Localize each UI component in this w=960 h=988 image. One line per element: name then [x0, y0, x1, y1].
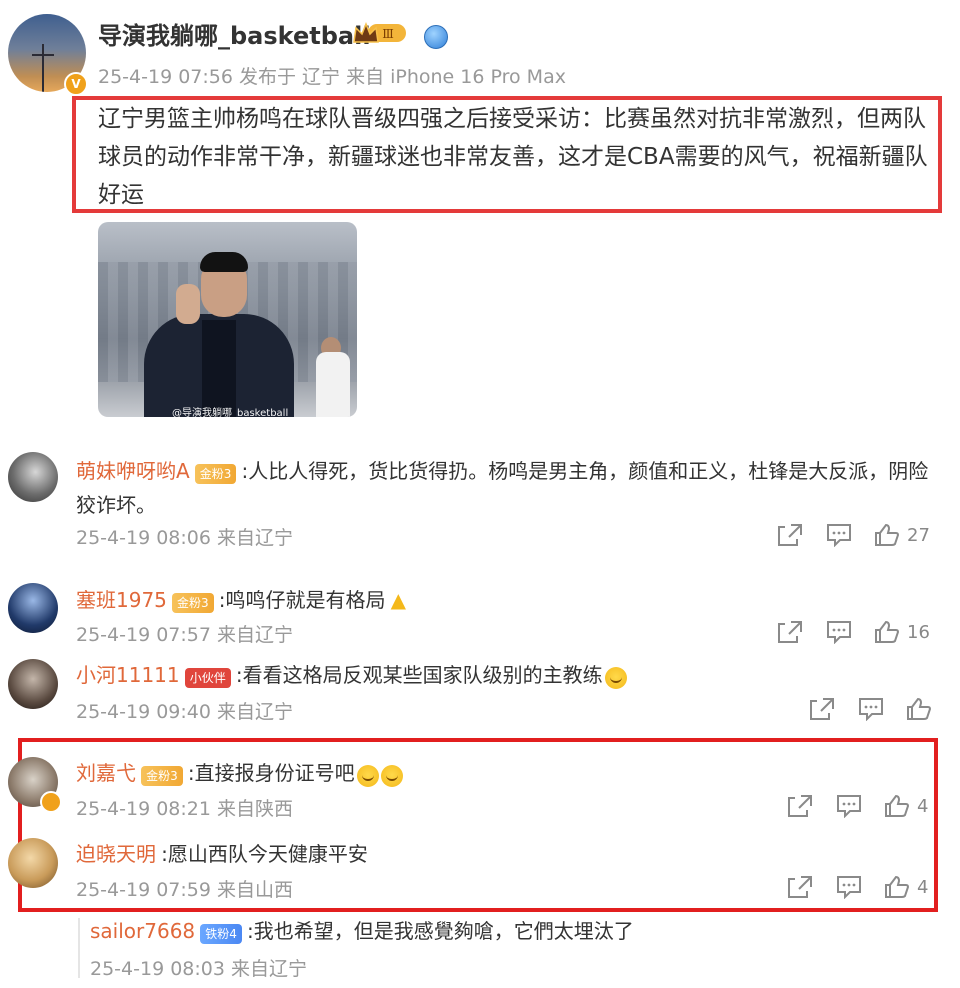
comment-avatar[interactable]	[8, 659, 58, 709]
thumbs-up-icon[interactable]	[884, 794, 910, 818]
comment-author[interactable]: 刘嘉弋	[76, 761, 136, 785]
crown-level-icon: Ⅲ	[353, 21, 406, 43]
reply-meta: 25-4-19 08:03 来自辽宁	[90, 958, 307, 980]
comment-text: :鸣鸣仔就是有格局	[218, 588, 386, 612]
photo-shirt	[202, 320, 236, 417]
post-text: 辽宁男篮主帅杨鸣在球队晋级四强之后接受采访：比赛虽然对抗非常激烈，但两队球员的动…	[98, 106, 928, 208]
comment-meta: 25-4-19 09:40 来自辽宁	[76, 701, 293, 723]
photo-thumb	[176, 284, 200, 324]
comment-author[interactable]: 迫晓天明	[76, 842, 156, 866]
thumbs-up-icon[interactable]	[906, 697, 932, 721]
author-name[interactable]: 导演我躺哪_basketball	[98, 16, 371, 51]
post-meta: 25-4-19 07:56 发布于 辽宁 来自 iPhone 16 Pro Ma…	[98, 66, 566, 88]
share-icon[interactable]	[777, 620, 803, 644]
crown-level: Ⅲ	[382, 27, 394, 41]
comment-author[interactable]: 塞班1975	[76, 588, 167, 612]
thumbs-up-icon[interactable]	[884, 875, 910, 899]
fan-badge: 金粉3	[172, 592, 214, 613]
post-photo[interactable]: @导演我躺哪_basketball	[98, 222, 357, 417]
fan-badge: 金粉3	[141, 765, 183, 786]
reply-text: :我也希望，但是我感覺夠嗆，它們太埋汰了	[246, 919, 634, 943]
comment-text: :愿山西队今天健康平安	[161, 842, 368, 866]
comment-author[interactable]: 萌妹咿呀哟A	[76, 459, 190, 483]
comment-icon[interactable]	[826, 620, 852, 644]
photo-hair	[200, 252, 248, 272]
avatar-pole	[42, 44, 44, 92]
fan-badge: 金粉3	[194, 463, 237, 484]
comment-avatar[interactable]	[8, 838, 58, 888]
comment-icon[interactable]	[826, 523, 852, 547]
like-count: 4	[917, 877, 929, 898]
comment-avatar[interactable]	[8, 583, 58, 633]
iron-fan-badge: 铁粉4	[200, 923, 242, 944]
thumbs-up-icon[interactable]	[874, 523, 900, 547]
comment-meta: 25-4-19 07:57 来自辽宁	[76, 624, 293, 646]
comment-meta: 25-4-19 08:21 来自陕西	[76, 798, 293, 820]
share-icon[interactable]	[787, 794, 813, 818]
partner-badge: 小伙伴	[184, 667, 231, 688]
avatar-pole-bar	[32, 54, 54, 56]
reply-author[interactable]: sailor7668	[90, 919, 195, 943]
like-count: 16	[907, 622, 930, 643]
laugh-cry-emoji-icon	[380, 764, 403, 787]
thumbs-up-icon[interactable]	[874, 620, 900, 644]
comment-text: :看看这格局反观某些国家队级别的主教练	[235, 663, 603, 687]
photo-bystander	[316, 352, 350, 417]
comment-icon[interactable]	[836, 875, 862, 899]
laugh-cry-emoji-icon	[604, 666, 627, 689]
comment-meta: 25-4-19 07:59 来自山西	[76, 879, 293, 901]
like-count: 4	[917, 796, 929, 817]
photo-watermark: @导演我躺哪_basketball	[172, 408, 289, 417]
laugh-cry-emoji-icon	[356, 764, 379, 787]
comment-avatar[interactable]	[8, 452, 58, 502]
share-icon[interactable]	[809, 697, 835, 721]
comment-author[interactable]: 小河11111	[76, 663, 180, 687]
reply-thread-line	[78, 918, 80, 978]
like-count: 27	[907, 525, 930, 546]
comment-text: :直接报身份证号吧	[187, 761, 355, 785]
globe-icon	[424, 25, 448, 49]
verified-badge-icon: V	[64, 72, 88, 96]
comment-icon[interactable]	[858, 697, 884, 721]
verified-badge-icon	[40, 791, 62, 813]
thumbs-up-emoji-icon: ▲	[390, 588, 406, 612]
share-icon[interactable]	[787, 875, 813, 899]
share-icon[interactable]	[777, 523, 803, 547]
comment-icon[interactable]	[836, 794, 862, 818]
comment-meta: 25-4-19 08:06 来自辽宁	[76, 527, 293, 549]
